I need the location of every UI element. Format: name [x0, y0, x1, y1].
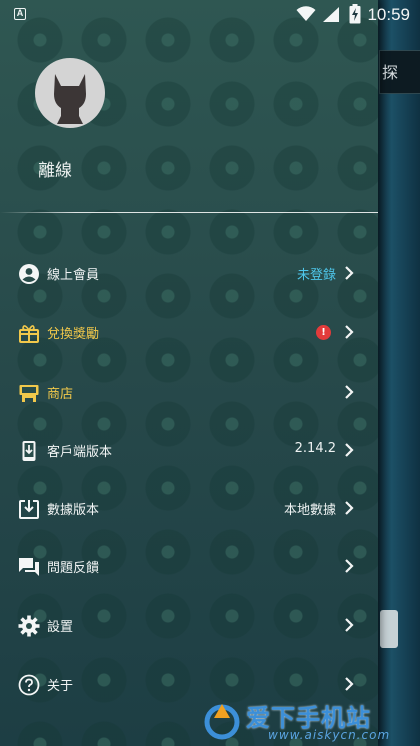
menu-label-client-version: 客戶端版本 — [47, 445, 113, 460]
menu-item-online-member[interactable]: 線上會員 未登錄 — [0, 249, 378, 299]
notification-icon: A — [14, 8, 26, 20]
chevron-right-icon — [345, 501, 354, 515]
menu-item-redeem-rewards[interactable]: 兌換獎勵 ! — [0, 308, 378, 358]
chevron-right-icon — [345, 385, 354, 399]
background-button-glyph: 探 — [382, 63, 399, 82]
chat-icon — [19, 558, 39, 576]
wifi-icon — [296, 6, 316, 21]
signal-icon — [323, 7, 339, 22]
gear-icon — [18, 615, 40, 637]
data-version-value: 本地數據 — [283, 503, 336, 518]
login-status-link[interactable]: 未登錄 — [297, 264, 336, 283]
menu-item-data-version[interactable]: 數據版本 本地數據 — [0, 484, 378, 534]
watermark-logo-icon — [204, 704, 240, 740]
site-watermark: 爱下手机站 www.aiskycn.com — [202, 700, 420, 746]
menu-item-settings[interactable]: 設置 — [0, 601, 378, 651]
menu-label-store: 商店 — [47, 387, 74, 402]
menu-item-client-version[interactable]: 客戶端版本 2.14.2 — [0, 426, 378, 476]
store-icon — [19, 385, 39, 402]
clock: 10:59 — [367, 5, 410, 24]
battery-charging-icon — [349, 4, 361, 24]
menu-item-feedback[interactable]: 問題反饋 — [0, 542, 378, 592]
watermark-url: www.aiskycn.com — [268, 728, 391, 742]
chevron-right-icon — [345, 677, 354, 691]
chevron-right-icon — [345, 443, 354, 457]
download-box-icon — [19, 500, 39, 519]
chevron-right-icon — [345, 266, 354, 280]
avatar[interactable] — [35, 58, 105, 128]
chevron-right-icon — [345, 325, 354, 339]
chevron-right-icon — [345, 559, 354, 573]
client-version-value: 2.14.2 — [294, 441, 336, 456]
profile-name: 離線 — [38, 161, 72, 181]
chevron-right-icon — [345, 618, 354, 632]
menu-label-online-member: 線上會員 — [47, 268, 100, 283]
help-circle-icon — [18, 674, 40, 696]
gift-icon — [19, 325, 39, 343]
menu-label-data-version: 數據版本 — [47, 503, 100, 518]
profile-divider — [0, 212, 378, 213]
phone-download-icon — [22, 441, 36, 461]
cat-silhouette-icon — [54, 74, 86, 124]
background-search-button[interactable]: 探 — [379, 50, 420, 94]
navigation-drawer: 離線 線上會員 未登錄 兌換獎勵 ! 商店 客戶端版本 2.14.2 數據版本 … — [0, 0, 378, 746]
menu-item-store[interactable]: 商店 — [0, 368, 378, 418]
menu-label-redeem-rewards: 兌換獎勵 — [47, 327, 100, 342]
background-scroll-pill — [380, 610, 398, 648]
alert-badge: ! — [316, 325, 331, 340]
menu-label-about: 关于 — [47, 679, 74, 694]
menu-label-feedback: 問題反饋 — [47, 561, 100, 576]
status-bar: A 10:59 — [0, 0, 420, 30]
menu-label-settings: 設置 — [47, 620, 74, 635]
account-circle-icon — [19, 264, 39, 284]
